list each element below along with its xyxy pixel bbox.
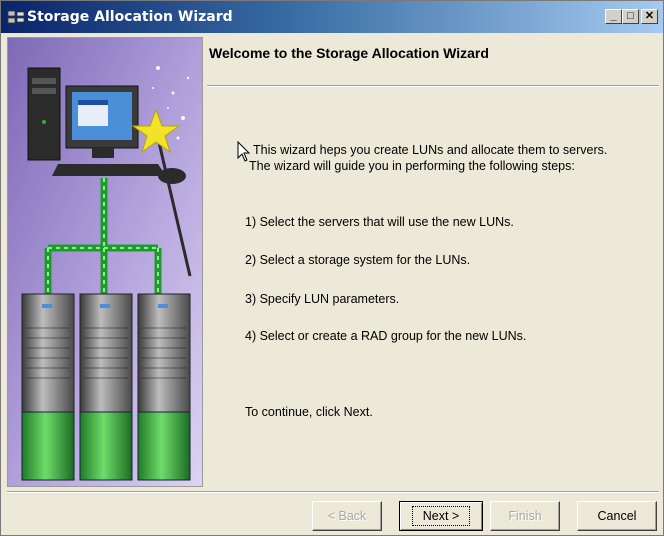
step-item: 1) Select the servers that will use the …: [245, 215, 514, 229]
maximize-button[interactable]: □: [622, 9, 639, 24]
page-title: Welcome to the Storage Allocation Wizard: [209, 45, 489, 61]
finish-button-label: Finish: [508, 509, 542, 523]
cancel-button[interactable]: Cancel: [577, 501, 657, 531]
intro-line-2: The wizard will guide you in performing …: [249, 159, 575, 173]
next-button-label: Next >: [411, 506, 471, 526]
footer-divider: [7, 491, 659, 493]
header-divider: [207, 85, 659, 87]
back-button-label: < Back: [327, 509, 367, 523]
title-bar[interactable]: Storage Allocation Wizard _ □ ✕: [1, 1, 663, 33]
wizard-window: Storage Allocation Wizard _ □ ✕ Welcome …: [0, 0, 664, 536]
close-icon: ✕: [644, 10, 655, 22]
wizard-side-graphic: [7, 37, 203, 487]
minimize-icon: _: [610, 10, 617, 22]
step-item: 2) Select a storage system for the LUNs.: [245, 253, 471, 267]
continue-text: To continue, click Next.: [245, 405, 373, 419]
wizard-content: Welcome to the Storage Allocation Wizard…: [207, 37, 659, 487]
step-item: 3) Specify LUN parameters.: [245, 292, 400, 306]
window-title: Storage Allocation Wizard: [27, 9, 233, 25]
cancel-button-label: Cancel: [597, 509, 637, 523]
step-item: 4) Select or create a RAD group for the …: [245, 329, 527, 343]
maximize-icon: □: [627, 10, 634, 22]
app-icon: [7, 10, 25, 24]
next-button[interactable]: Next >: [399, 501, 483, 531]
close-button[interactable]: ✕: [641, 9, 658, 24]
minimize-button[interactable]: _: [605, 9, 622, 24]
back-button[interactable]: < Back: [312, 501, 382, 531]
intro-line-1: This wizard heps you create LUNs and all…: [253, 143, 608, 157]
finish-button[interactable]: Finish: [490, 501, 560, 531]
storage-illustration: [8, 38, 202, 486]
